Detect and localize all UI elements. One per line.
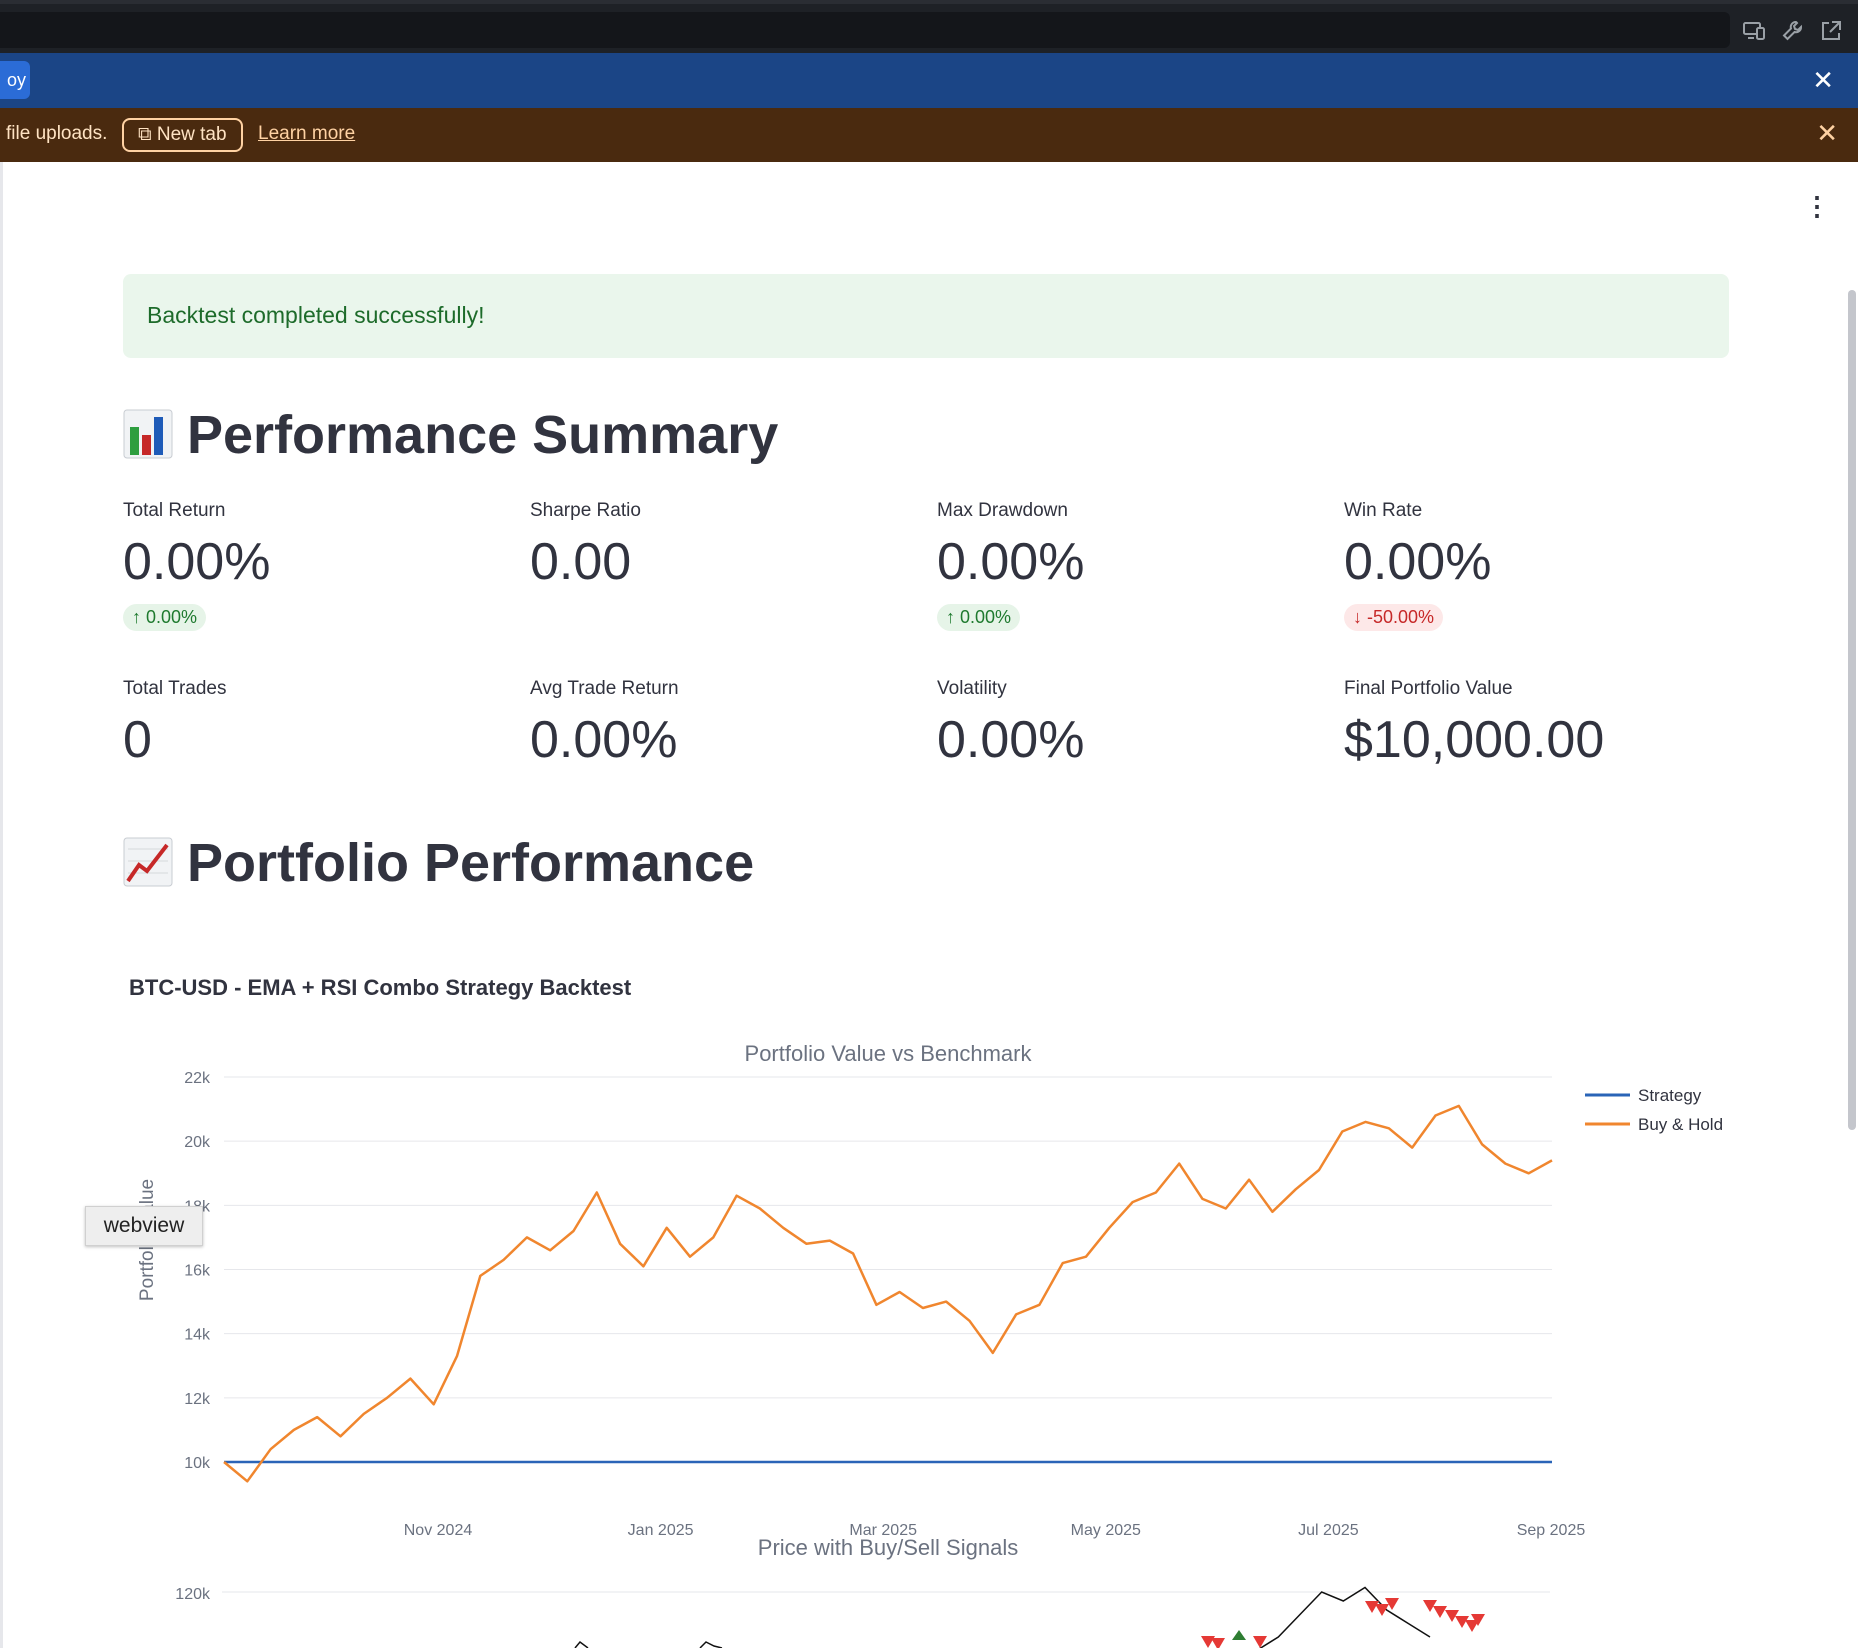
sell-signal-marker	[1471, 1614, 1485, 1626]
metric-sharpe-ratio: Sharpe Ratio 0.00	[530, 500, 910, 592]
metric-volatility: Volatility 0.00%	[937, 678, 1317, 770]
arrow-up-icon: ↑	[132, 607, 141, 627]
x-tick-label: Mar 2025	[849, 1522, 917, 1539]
price-line	[1259, 1586, 1431, 1648]
info-banner: oy ✕	[0, 53, 1858, 108]
chart-title: Portfolio Value vs Benchmark	[745, 1041, 1033, 1066]
sell-signal-marker	[1201, 1636, 1215, 1648]
performance-heading: Performance Summary	[123, 404, 778, 466]
legend-label: Strategy	[1638, 1086, 1702, 1105]
sell-signal-marker	[1385, 1598, 1399, 1610]
price-line	[574, 1640, 589, 1648]
metric-value: 0.00%	[1344, 533, 1492, 591]
sell-signal-marker	[1433, 1606, 1447, 1618]
sell-signal-marker	[1465, 1620, 1479, 1632]
learn-more-link[interactable]: Learn more	[258, 123, 355, 145]
address-field[interactable]	[0, 12, 1730, 48]
delta-text: 0.00%	[960, 607, 1012, 627]
arrow-down-icon: ↓	[1353, 607, 1362, 627]
new-tab-label: New tab	[156, 124, 227, 145]
metric-delta-badge: ↑ 0.00%	[123, 604, 207, 631]
x-tick-label: Jul 2025	[1298, 1522, 1359, 1539]
divider	[0, 162, 3, 1648]
portfolio-heading: Portfolio Performance	[123, 832, 754, 894]
metric-delta-badge: ↓ -50.00%	[1344, 604, 1444, 631]
portfolio-title: Portfolio Performance	[187, 833, 755, 893]
y-tick-label: 12k	[184, 1391, 211, 1408]
metric-label: Total Trades	[123, 678, 227, 699]
delta-text: 0.00%	[146, 607, 198, 627]
trend-chart-icon	[123, 837, 173, 887]
x-tick-label: Sep 2025	[1517, 1522, 1586, 1539]
warning-banner: file uploads. ⧉ New tab Learn more ✕	[0, 108, 1858, 162]
metric-final-portfolio-value: Final Portfolio Value $10,000.00	[1344, 678, 1724, 770]
external-link-icon[interactable]	[1818, 18, 1844, 44]
x-tick-label: Jan 2025	[628, 1522, 694, 1539]
delta-text: -50.00%	[1367, 607, 1435, 627]
metric-label: Sharpe Ratio	[530, 500, 641, 521]
x-tick-label: Nov 2024	[404, 1522, 473, 1539]
close-icon[interactable]: ✕	[1812, 65, 1834, 95]
metric-value: 0.00%	[937, 533, 1085, 591]
y-tick-label: 22k	[184, 1070, 211, 1087]
close-icon[interactable]: ✕	[1816, 118, 1838, 149]
tooltip: webview	[85, 1206, 203, 1246]
metric-value: 0.00%	[530, 711, 678, 769]
metric-label: Final Portfolio Value	[1344, 678, 1513, 699]
metric-total-trades: Total Trades 0	[123, 678, 503, 770]
metric-max-drawdown: Max Drawdown 0.00% ↑ 0.00%	[937, 500, 1317, 631]
metric-avg-trade-return: Avg Trade Return 0.00%	[530, 678, 910, 770]
metric-label: Win Rate	[1344, 500, 1423, 521]
metric-label: Avg Trade Return	[530, 678, 679, 699]
y-tick-label: 20k	[184, 1134, 211, 1151]
price-line	[699, 1641, 723, 1648]
performance-title: Performance Summary	[187, 405, 779, 465]
success-alert: Backtest completed successfully!	[123, 274, 1729, 358]
chart-heading: BTC-USD - EMA + RSI Combo Strategy Backt…	[129, 975, 632, 1000]
metric-delta-badge: ↑ 0.00%	[937, 604, 1021, 631]
device-icon[interactable]	[1741, 18, 1767, 44]
buy-signal-marker	[1232, 1630, 1246, 1640]
wrench-icon[interactable]	[1780, 18, 1806, 44]
metric-label: Total Return	[123, 500, 226, 521]
portfolio-chart: 10k12k14k16k18k20k22k Nov 2024Jan 2025Ma…	[137, 1041, 1723, 1648]
y-tick-label: 120k	[175, 1586, 211, 1603]
series-line-buy-hold	[223, 1104, 1553, 1483]
scrollbar[interactable]	[1848, 290, 1856, 1130]
sell-signal-marker	[1375, 1604, 1389, 1616]
x-tick-label: May 2025	[1071, 1522, 1141, 1539]
sell-signal-marker	[1445, 1610, 1459, 1622]
arrow-up-icon: ↑	[946, 607, 955, 627]
external-link-icon: ⧉	[138, 124, 152, 145]
metric-value: 0	[123, 711, 152, 769]
sell-signal-marker	[1253, 1636, 1267, 1648]
bar-chart-icon	[123, 409, 173, 459]
sell-signal-marker	[1211, 1638, 1225, 1648]
notice-message: file uploads.	[6, 123, 108, 144]
sell-signal-marker	[1423, 1600, 1437, 1612]
metric-value: 0.00%	[937, 711, 1085, 769]
more-menu-icon[interactable]: ⋮	[1804, 193, 1830, 219]
success-message: Backtest completed successfully!	[147, 302, 485, 328]
chart-title: Price with Buy/Sell Signals	[758, 1535, 1018, 1560]
metric-label: Volatility	[937, 678, 1007, 699]
sell-signal-marker	[1455, 1616, 1469, 1628]
legend-label: Buy & Hold	[1638, 1115, 1723, 1134]
y-tick-label: 14k	[184, 1327, 211, 1344]
new-tab-button[interactable]: ⧉ New tab	[122, 118, 243, 152]
y-tick-label: 16k	[184, 1263, 211, 1280]
metric-value: $10,000.00	[1344, 711, 1605, 769]
browser-toolbar	[0, 0, 1858, 53]
metric-value: 0.00%	[123, 533, 271, 591]
metric-win-rate: Win Rate 0.00% ↓ -50.00%	[1344, 500, 1724, 631]
metric-value: 0.00	[530, 533, 632, 591]
metric-total-return: Total Return 0.00% ↑ 0.00%	[123, 500, 503, 631]
sell-signal-marker	[1365, 1601, 1379, 1613]
banner-chip[interactable]: oy	[0, 61, 30, 99]
y-tick-label: 10k	[184, 1455, 211, 1472]
metric-label: Max Drawdown	[937, 500, 1068, 521]
